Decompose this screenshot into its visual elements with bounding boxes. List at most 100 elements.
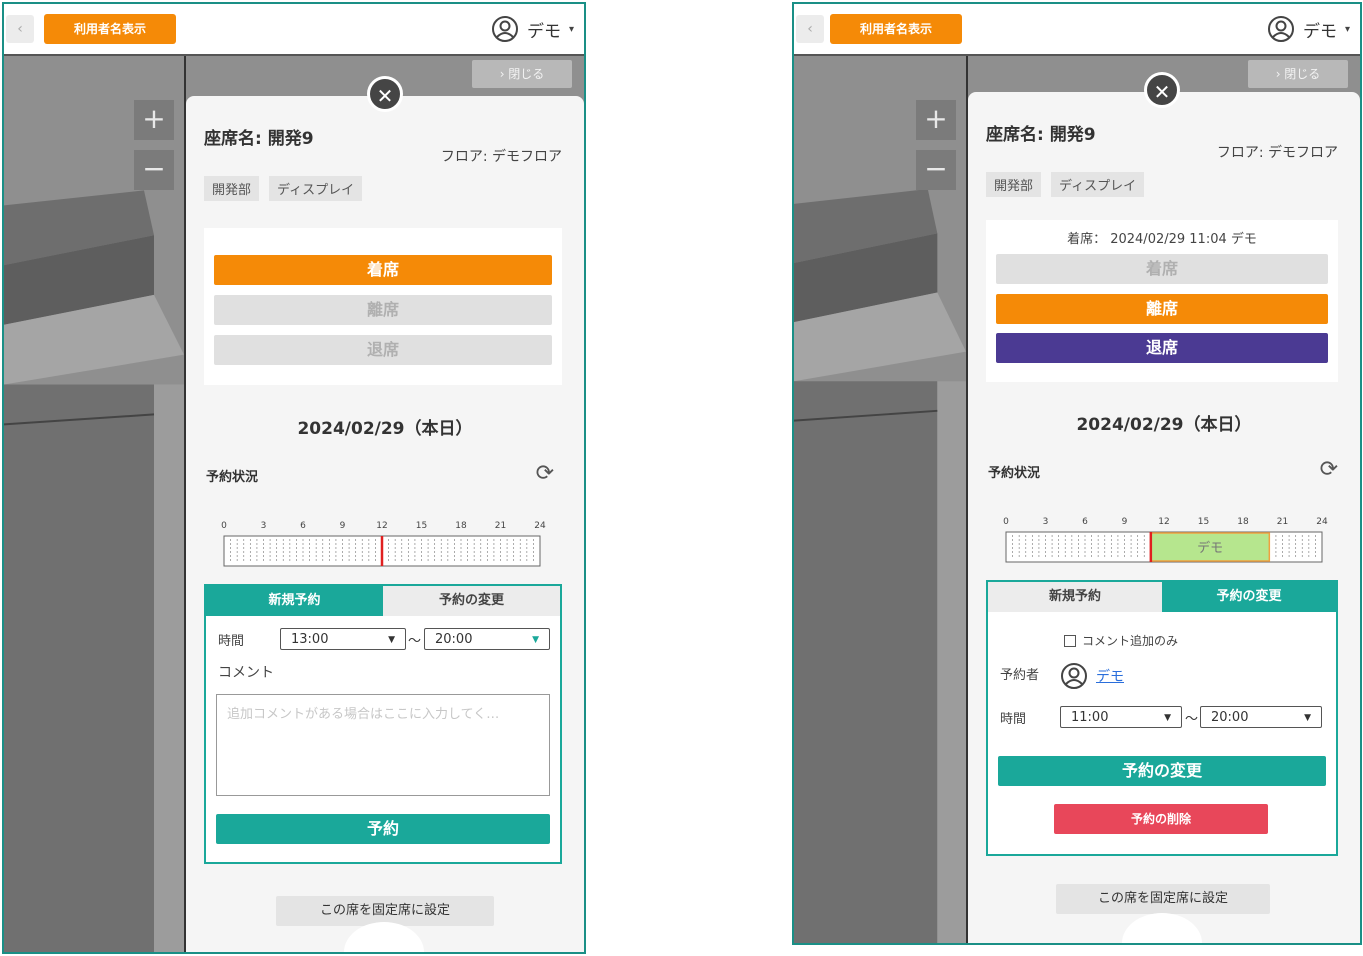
hour-label: 9: [340, 521, 346, 531]
hour-label: 12: [376, 521, 387, 531]
away-button[interactable]: 離席: [214, 295, 552, 325]
time-label: 時間: [218, 634, 245, 649]
current-date: 2024/02/29（本日）: [1076, 415, 1252, 435]
start-time-value: 11:00: [1071, 710, 1109, 725]
hour-label: 12: [1158, 517, 1169, 527]
floor-map-drawing: [4, 56, 184, 952]
reservation-status-label: 予約状況: [988, 466, 1041, 481]
bottom-handle: [344, 922, 424, 952]
user-avatar-icon: [1267, 16, 1294, 42]
reserver-label: 予約者: [1000, 668, 1040, 683]
hour-label: 24: [534, 521, 546, 531]
reserve-button[interactable]: 予約: [216, 814, 550, 844]
seat-title: 座席名: 開発9: [204, 129, 314, 149]
tab-new-reservation[interactable]: 新規予約: [206, 586, 383, 616]
reservation-timeline[interactable]: デモ 0 3 6 9 12 15 18 21 24: [998, 510, 1332, 564]
comment-only-label: コメント追加のみ: [1082, 634, 1179, 648]
delete-reservation-button[interactable]: 予約の削除: [1054, 804, 1268, 834]
show-user-names-button[interactable]: 利用者名表示: [44, 14, 176, 44]
tag-department: 開発部: [986, 172, 1042, 197]
current-date: 2024/02/29（本日）: [297, 419, 473, 439]
hour-label: 0: [221, 521, 227, 531]
end-time-value: 20:00: [435, 632, 473, 647]
seat-tags: 開発部 ディスプレイ: [204, 176, 363, 201]
tag-display: ディスプレイ: [1051, 172, 1145, 197]
start-time-value: 13:00: [291, 632, 329, 647]
status-box: 着席： 2024/02/29 11:04 デモ 着席 離席 退席: [986, 220, 1338, 382]
back-button[interactable]: ‹: [796, 15, 824, 43]
reserver-avatar-icon: [1061, 663, 1087, 689]
comment-only-checkbox[interactable]: [1064, 635, 1076, 647]
hour-label: 0: [1003, 517, 1009, 527]
show-user-names-button[interactable]: 利用者名表示: [830, 14, 962, 44]
end-time-value: 20:00: [1211, 710, 1249, 725]
chevron-down-icon: ▼: [388, 635, 395, 645]
floor-map[interactable]: [4, 56, 184, 952]
hour-label: 21: [1277, 517, 1288, 527]
top-bar: ‹ 利用者名表示 デモ ▾: [4, 4, 584, 56]
zoom-in-button[interactable]: +: [134, 100, 174, 140]
away-button[interactable]: 離席: [996, 294, 1328, 324]
floor-name: フロア: デモフロア: [1216, 145, 1338, 161]
seat-panel: ✕ 座席名: 開発9 フロア: デモフロア 開発部 ディスプレイ 着席： 202…: [968, 72, 1360, 943]
booking-label: デモ: [1197, 540, 1223, 556]
leave-button[interactable]: 退席: [214, 335, 552, 365]
comment-label: コメント: [218, 665, 274, 681]
reservation-tabs: 新規予約 予約の変更: [988, 582, 1336, 612]
reservation-timeline[interactable]: 0 3 6 9 12 15 18 21 24: [216, 514, 550, 568]
sit-button[interactable]: 着席: [996, 254, 1328, 284]
close-icon[interactable]: ✕: [367, 76, 403, 112]
back-button[interactable]: ‹: [6, 15, 34, 43]
close-panel-button[interactable]: › 閉じる: [1248, 60, 1348, 88]
chevron-down-icon: ▼: [532, 635, 539, 645]
reservation-tabs: 新規予約 予約の変更: [206, 586, 560, 616]
hour-label: 18: [1237, 517, 1249, 527]
range-tilde: ～: [408, 634, 422, 649]
user-name: デモ: [1302, 21, 1337, 42]
sit-button[interactable]: 着席: [214, 255, 552, 285]
screen-change-reservation: ‹ 利用者名表示 デモ ▾ + − › 閉じる ✕ 座席名: 開発9 フロア: …: [792, 2, 1362, 945]
user-menu[interactable]: デモ ▾: [1267, 14, 1350, 44]
hour-label: 6: [300, 521, 306, 531]
user-avatar-icon: [491, 16, 518, 42]
seat-panel: ✕ 座席名: 開発9 フロア: デモフロア 開発部 ディスプレイ 着席 離席 退…: [186, 76, 584, 952]
refresh-icon[interactable]: ⟳: [536, 461, 554, 486]
tag-display: ディスプレイ: [269, 176, 363, 201]
start-time-select[interactable]: 13:00 ▼: [280, 628, 406, 650]
status-box: 着席 離席 退席: [204, 228, 562, 385]
zoom-out-button[interactable]: −: [916, 150, 956, 190]
change-reservation-button[interactable]: 予約の変更: [998, 756, 1326, 786]
tab-new-reservation[interactable]: 新規予約: [988, 582, 1162, 612]
time-label: 時間: [1000, 712, 1027, 727]
close-icon[interactable]: ✕: [1144, 72, 1180, 108]
screen-new-reservation: ‹ 利用者名表示 デモ ▾ + − › 閉じる ✕ 座席名: 開発9 フロア: …: [2, 2, 586, 954]
zoom-in-button[interactable]: +: [916, 100, 956, 140]
user-name: デモ: [526, 21, 561, 42]
user-menu[interactable]: デモ ▾: [491, 14, 574, 44]
tag-department: 開発部: [204, 176, 260, 201]
tab-change-reservation[interactable]: 予約の変更: [383, 586, 560, 616]
hour-label: 15: [416, 521, 427, 531]
comment-textarea[interactable]: 追加コメントがある場合はここに入力してく…: [216, 694, 550, 796]
leave-button[interactable]: 退席: [996, 333, 1328, 363]
hour-label: 24: [1316, 517, 1328, 527]
seat-title: 座席名: 開発9: [986, 125, 1096, 145]
seat-tags: 開発部 ディスプレイ: [986, 172, 1145, 197]
bottom-handle: [1122, 913, 1202, 943]
chevron-down-icon: ▾: [568, 23, 574, 35]
hour-label: 3: [261, 521, 267, 531]
set-fixed-seat-button[interactable]: この席を固定席に設定: [1056, 884, 1270, 914]
floor-name: フロア: デモフロア: [440, 149, 562, 165]
hour-label: 9: [1122, 517, 1128, 527]
start-time-select[interactable]: 11:00 ▼: [1060, 706, 1182, 728]
reservation-form: 新規予約 予約の変更 コメント追加のみ 予約者 デモ 時間 11:00 ▼ ～ …: [986, 580, 1338, 856]
hour-label: 21: [495, 521, 506, 531]
zoom-out-button[interactable]: −: [134, 150, 174, 190]
refresh-icon[interactable]: ⟳: [1320, 457, 1338, 482]
end-time-select[interactable]: 20:00 ▼: [1200, 706, 1322, 728]
tab-change-reservation[interactable]: 予約の変更: [1162, 582, 1336, 612]
end-time-select[interactable]: 20:00 ▼: [424, 628, 550, 650]
close-panel-button[interactable]: › 閉じる: [472, 60, 572, 88]
reserver-name-link[interactable]: デモ: [1096, 666, 1124, 686]
hour-label: 18: [455, 521, 467, 531]
